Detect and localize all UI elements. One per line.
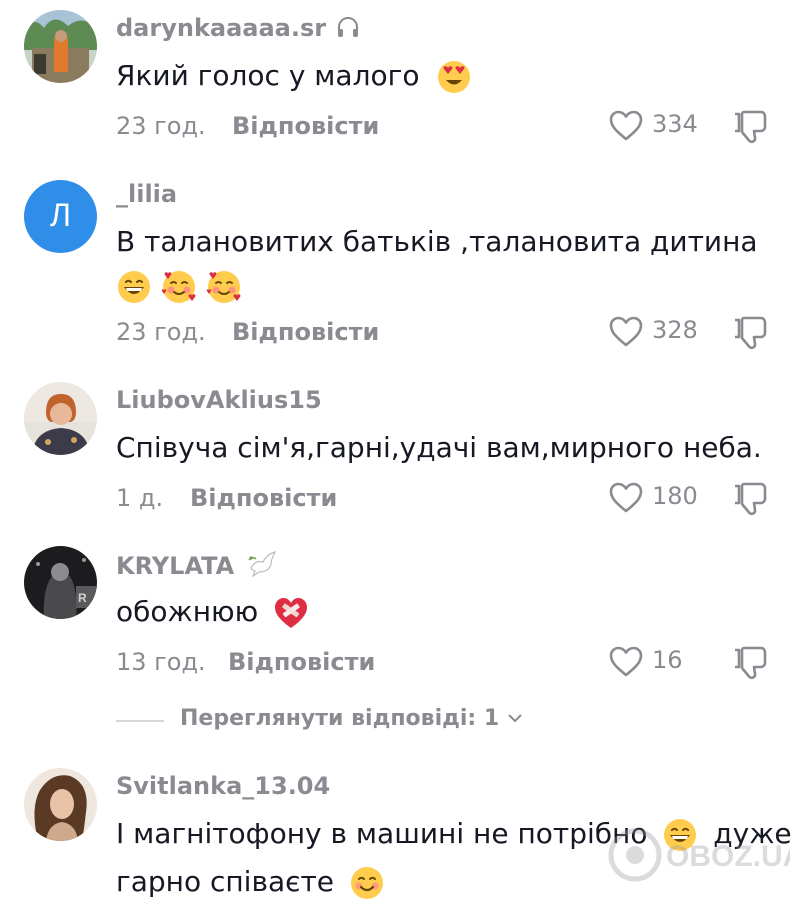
comment-text: Співуча сім'я,гарні,удачі вам,мирного не… bbox=[116, 424, 762, 472]
avatar[interactable] bbox=[24, 10, 97, 83]
comment-text-line2: гарно співаєте bbox=[116, 858, 385, 906]
comment-emoji-line bbox=[116, 262, 242, 310]
comment-text-content: І магнітофону в машині не потрібно bbox=[116, 817, 648, 850]
dislike-button[interactable] bbox=[730, 312, 770, 352]
thumbs-down-icon bbox=[730, 312, 770, 352]
dislike-button[interactable] bbox=[730, 642, 770, 682]
comment-time: 23 год. bbox=[116, 318, 206, 346]
like-button[interactable]: 16 bbox=[608, 642, 718, 682]
avatar[interactable] bbox=[24, 382, 97, 455]
like-count: 334 bbox=[652, 110, 698, 138]
dove-icon bbox=[247, 550, 277, 584]
heart-icon bbox=[608, 314, 644, 350]
avatar[interactable]: R bbox=[24, 546, 97, 619]
like-button[interactable]: 334 bbox=[608, 106, 718, 146]
username-text: darynkaaaaa.sr bbox=[116, 14, 327, 42]
watermark-text: OBOZ.UA bbox=[666, 840, 790, 873]
comment-username[interactable]: _lilia bbox=[116, 180, 177, 208]
heart-eyes-emoji bbox=[436, 59, 472, 95]
comment-time: 13 год. bbox=[116, 648, 206, 676]
comment-username[interactable]: Svitlanka_13.04 bbox=[116, 772, 330, 800]
divider bbox=[116, 720, 164, 722]
watermark-logo: OBOZ.UA bbox=[600, 820, 798, 890]
headphones-icon bbox=[336, 15, 360, 45]
reply-button[interactable]: Відповісти bbox=[232, 112, 379, 140]
dislike-button[interactable] bbox=[730, 478, 770, 518]
comment-text-content: Який голос у малого bbox=[116, 59, 420, 92]
thumbs-down-icon bbox=[730, 106, 770, 146]
view-replies-label: Переглянути відповіді: 1 bbox=[180, 706, 523, 731]
like-count: 328 bbox=[652, 316, 698, 344]
like-button[interactable]: 180 bbox=[608, 478, 718, 518]
smiling-hearts-emoji bbox=[206, 269, 242, 305]
svg-text:R: R bbox=[78, 591, 87, 605]
heart-icon bbox=[608, 480, 644, 516]
comment-time: 23 год. bbox=[116, 112, 206, 140]
heart-icon bbox=[608, 108, 644, 144]
comment-text-content: обожнюю bbox=[116, 595, 259, 628]
username-text: LiubovAklius15 bbox=[116, 386, 322, 414]
thumbs-down-icon bbox=[730, 642, 770, 682]
comment-text: Який голос у малого bbox=[116, 52, 472, 100]
comment-time: 1 д. bbox=[116, 484, 164, 512]
comment-username[interactable]: darynkaaaaa.sr bbox=[116, 14, 360, 45]
comment-username[interactable]: KRYLATA bbox=[116, 550, 277, 584]
chevron-down-icon bbox=[508, 714, 522, 723]
comment-username[interactable]: LiubovAklius15 bbox=[116, 386, 322, 414]
smiling-hearts-emoji bbox=[161, 269, 197, 305]
view-replies-text: Переглянути відповіді: 1 bbox=[180, 706, 500, 731]
thumbs-down-icon bbox=[730, 478, 770, 518]
smiling-emoji bbox=[349, 865, 385, 901]
mending-heart-emoji bbox=[273, 595, 309, 631]
reply-button[interactable]: Відповісти bbox=[232, 318, 379, 346]
comment-text: В талановитих батьків ,талановита дитина bbox=[116, 218, 758, 266]
comment-text: обожнюю bbox=[116, 588, 309, 636]
avatar-letter: Л bbox=[50, 197, 71, 233]
like-count: 16 bbox=[652, 646, 683, 674]
comment-text-content: В талановитих батьків ,талановита дитина bbox=[116, 225, 758, 258]
dislike-button[interactable] bbox=[730, 106, 770, 146]
avatar[interactable]: Л bbox=[24, 180, 97, 253]
comment-text-content: гарно співаєте bbox=[116, 865, 335, 898]
username-text: KRYLATA bbox=[116, 552, 235, 580]
username-text: Svitlanka_13.04 bbox=[116, 772, 331, 800]
like-count: 180 bbox=[652, 482, 698, 510]
username-text: _lilia bbox=[116, 180, 178, 208]
comment-text-content: Співуча сім'я,гарні,удачі вам,мирного не… bbox=[116, 431, 762, 464]
avatar[interactable] bbox=[24, 768, 97, 841]
reply-button[interactable]: Відповісти bbox=[190, 484, 337, 512]
view-replies-button[interactable]: Переглянути відповіді: 1 bbox=[116, 704, 536, 736]
heart-icon bbox=[608, 644, 644, 680]
grinning-emoji bbox=[116, 269, 152, 305]
like-button[interactable]: 328 bbox=[608, 312, 718, 352]
reply-button[interactable]: Відповісти bbox=[228, 648, 375, 676]
